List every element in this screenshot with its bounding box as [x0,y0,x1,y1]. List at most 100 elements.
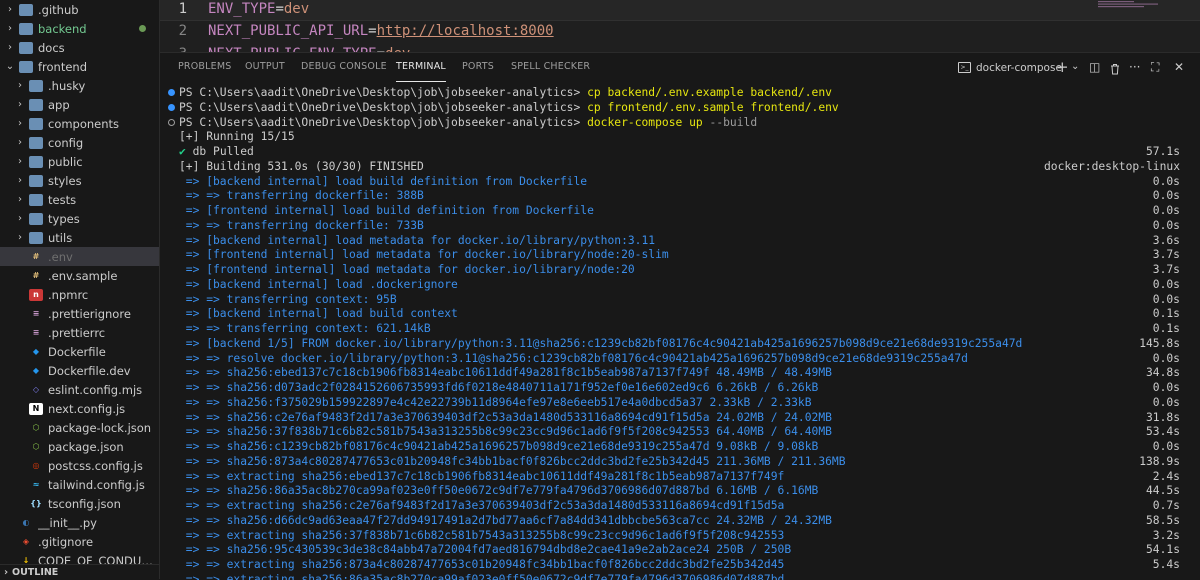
tab-problems[interactable]: PROBLEMS [178,61,231,81]
folder-icon [29,193,43,206]
file-item[interactable]: {} tsconfig.json [0,494,159,513]
new-terminal-icon[interactable]: + [1056,59,1069,75]
folder-item[interactable]: › utils [0,228,159,247]
folder-item[interactable]: ⌄ frontend [0,57,159,76]
terminal-duration: 3.6s [1152,233,1180,247]
file-item[interactable]: ◇ eslint.config.mjs [0,380,159,399]
tree-item-label: app [48,97,70,112]
folder-item[interactable]: › components [0,114,159,133]
folder-item[interactable]: › public [0,152,159,171]
env-file-icon: # [32,251,40,261]
terminal-selector[interactable]: >_ docker-compose [958,59,1062,76]
file-item[interactable]: ◆ Dockerfile [0,342,159,361]
tab-ports[interactable]: PORTS [462,61,494,81]
env-value-link[interactable]: http://localhost:8000 [377,23,554,39]
folder-icon [29,212,43,225]
file-item[interactable]: Nnext.config.js [0,399,159,418]
terminal-line: => => extracting sha256:873a4c8028747765… [160,557,1200,572]
terminal-line-text: [+] Running 15/15 [179,130,295,144]
folder-item[interactable]: › docs [0,38,159,57]
tab-terminal[interactable]: TERMINAL [396,61,446,82]
close-panel-icon[interactable]: ✕ [1174,59,1184,75]
equals-sign: = [275,1,284,17]
file-item[interactable]: ◐ __init__.py [0,513,159,532]
terminal-line: => => sha256:873a4c80287477653c01b20948f… [160,454,1200,469]
terminal-text: => => sha256:873a4c80287477653c01b20948f… [179,454,846,469]
outline-section-header[interactable]: › OUTLINE [0,564,159,579]
code-line[interactable]: 3NEXT_PUBLIC_ENV_TYPE=dev [160,43,1200,52]
chevron-down-icon[interactable]: ⌄ [1071,59,1079,75]
file-item[interactable]: # .env [0,247,159,266]
chevron-right-icon: › [18,118,22,129]
code-line[interactable]: 2 NEXT_PUBLIC_API_URL = http://localhost:80… [160,20,1200,42]
terminal-line-text: [+] Building 531.0s (30/30) FINISHED [179,159,424,173]
code-editor[interactable]: 1 ENV_TYPE = dev 2 NEXT_PUBLIC_API_URL = http:/… [160,0,1200,52]
terminal-line-text: => [frontend internal] load metadata for… [179,248,669,262]
tree-item-label: next.config.js [48,401,126,416]
tree-item-label: backend [38,21,87,36]
tree-item-label: docs [38,40,65,55]
minimap[interactable] [1098,0,1178,8]
terminal-command-flag: --build [702,115,758,129]
file-item[interactable]: ◎ postcss.config.js [0,456,159,475]
python-icon: ◐ [22,517,30,527]
folder-item[interactable]: › .github [0,0,159,19]
check-icon: ✔ [179,145,186,158]
folder-item[interactable]: › types [0,209,159,228]
command-decoration-icon[interactable] [168,89,175,96]
split-terminal-icon[interactable]: ◫ [1089,59,1100,75]
terminal-line: => [backend internal] load metadata for … [160,233,1200,248]
file-item[interactable]: ⬡ package.json [0,437,159,456]
tree-item-label: .env.sample [48,268,118,283]
bottom-panel: PROBLEMS OUTPUT DEBUG CONSOLE TERMINAL P… [160,52,1200,580]
terminal-line-text: => => sha256:c1239cb82bf08176c4c90421ab4… [179,440,819,453]
folder-icon [29,98,43,111]
terminal-duration: 0.0s [1152,218,1180,232]
file-item[interactable]: ◆ Dockerfile.dev [0,361,159,380]
terminal-command: cp backend/.env.example backend/.env [580,86,832,99]
file-item[interactable]: ⬡ package-lock.json [0,418,159,437]
terminal-line-text: db Pulled [185,145,254,158]
more-actions-icon[interactable]: ··· [1129,59,1140,75]
folder-item[interactable]: › config [0,133,159,152]
code-line[interactable]: 1 ENV_TYPE = dev [160,0,1200,21]
maximize-panel-icon[interactable]: ⛶ [1151,59,1159,75]
terminal-duration: 53.4s [1145,425,1180,439]
tab-spell-checker[interactable]: SPELL CHECKER [511,61,590,81]
file-item[interactable]: ≈ tailwind.config.js [0,475,159,494]
folder-item[interactable]: › styles [0,171,159,190]
line-number: 2 [178,23,187,39]
folder-item[interactable]: › app [0,95,159,114]
terminal-text: [+] Running 15/15 [179,129,295,144]
file-item[interactable]: ◈ .gitignore [0,532,159,551]
terminal-line-text: PS C:\Users\aadit\OneDrive\Desktop\job\j… [179,86,581,99]
terminal-line-text: => => sha256:95c430539c3de38c84abb47a720… [179,543,792,557]
terminal-line: => => extracting sha256:37f838b71c6b82c5… [160,528,1200,543]
chevron-right-icon: › [3,566,9,578]
terminal-text: => => sha256:ebed137c7c18cb1906fb8314eab… [179,365,832,380]
terminal-line-text: => => sha256:d66dc9ad63eaa47f27dd9491749… [179,513,832,527]
tree-item-label: .prettierrc [48,325,106,340]
trash-icon[interactable] [1110,61,1120,77]
folder-item[interactable]: › backend [0,19,159,38]
folder-item[interactable]: › tests [0,190,159,209]
terminal-text: => [backend internal] load build context [179,306,458,321]
terminal-text: => => sha256:86a35ac8b270ca99af023e0ff50… [179,483,819,498]
command-decoration-icon[interactable] [168,118,175,126]
tab-output[interactable]: OUTPUT [245,61,285,81]
command-decoration-icon[interactable] [168,103,175,111]
chevron-right-icon: › [8,23,12,34]
tab-debug-console[interactable]: DEBUG CONSOLE [301,61,387,81]
file-item[interactable]: ≡ .prettierignore [0,304,159,323]
chevron-right-icon: › [8,4,12,15]
file-item[interactable]: # .env.sample [0,266,159,285]
file-item[interactable]: n .npmrc [0,285,159,304]
node-icon: ⬡ [32,422,40,432]
postcss-icon: ◎ [32,460,40,470]
terminal-text: => [frontend internal] load metadata for… [179,247,669,262]
file-item[interactable]: ≡ .prettierrc [0,323,159,342]
tree-item-label: .husky [48,78,86,93]
folder-icon [29,174,43,187]
folder-item[interactable]: › .husky [0,76,159,95]
terminal-output[interactable]: PS C:\Users\aadit\OneDrive\Desktop\job\j… [160,84,1200,580]
